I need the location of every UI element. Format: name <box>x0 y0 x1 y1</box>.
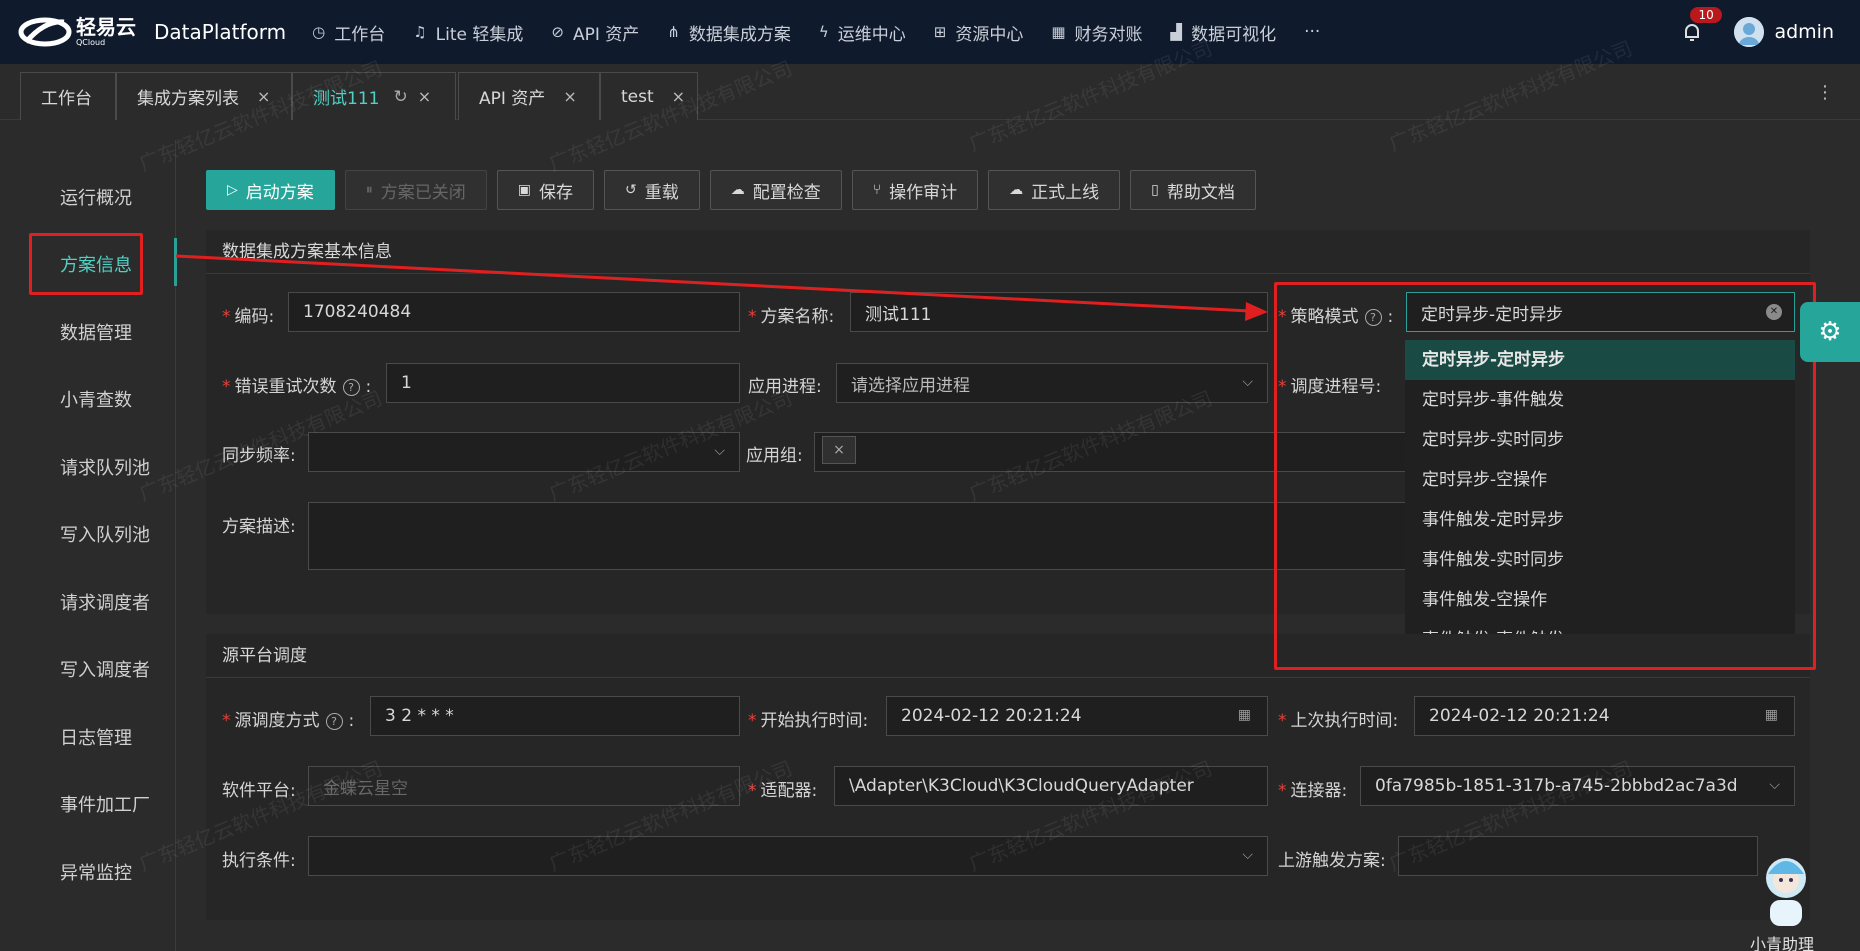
annotation-arrow <box>175 254 1268 321</box>
settings-float-button[interactable]: ⚙ <box>1800 302 1860 362</box>
assistant-avatar[interactable] <box>1748 848 1824 934</box>
assistant-label: 小青助理 <box>1750 935 1815 951</box>
gear-icon: ⚙ <box>1818 317 1842 347</box>
